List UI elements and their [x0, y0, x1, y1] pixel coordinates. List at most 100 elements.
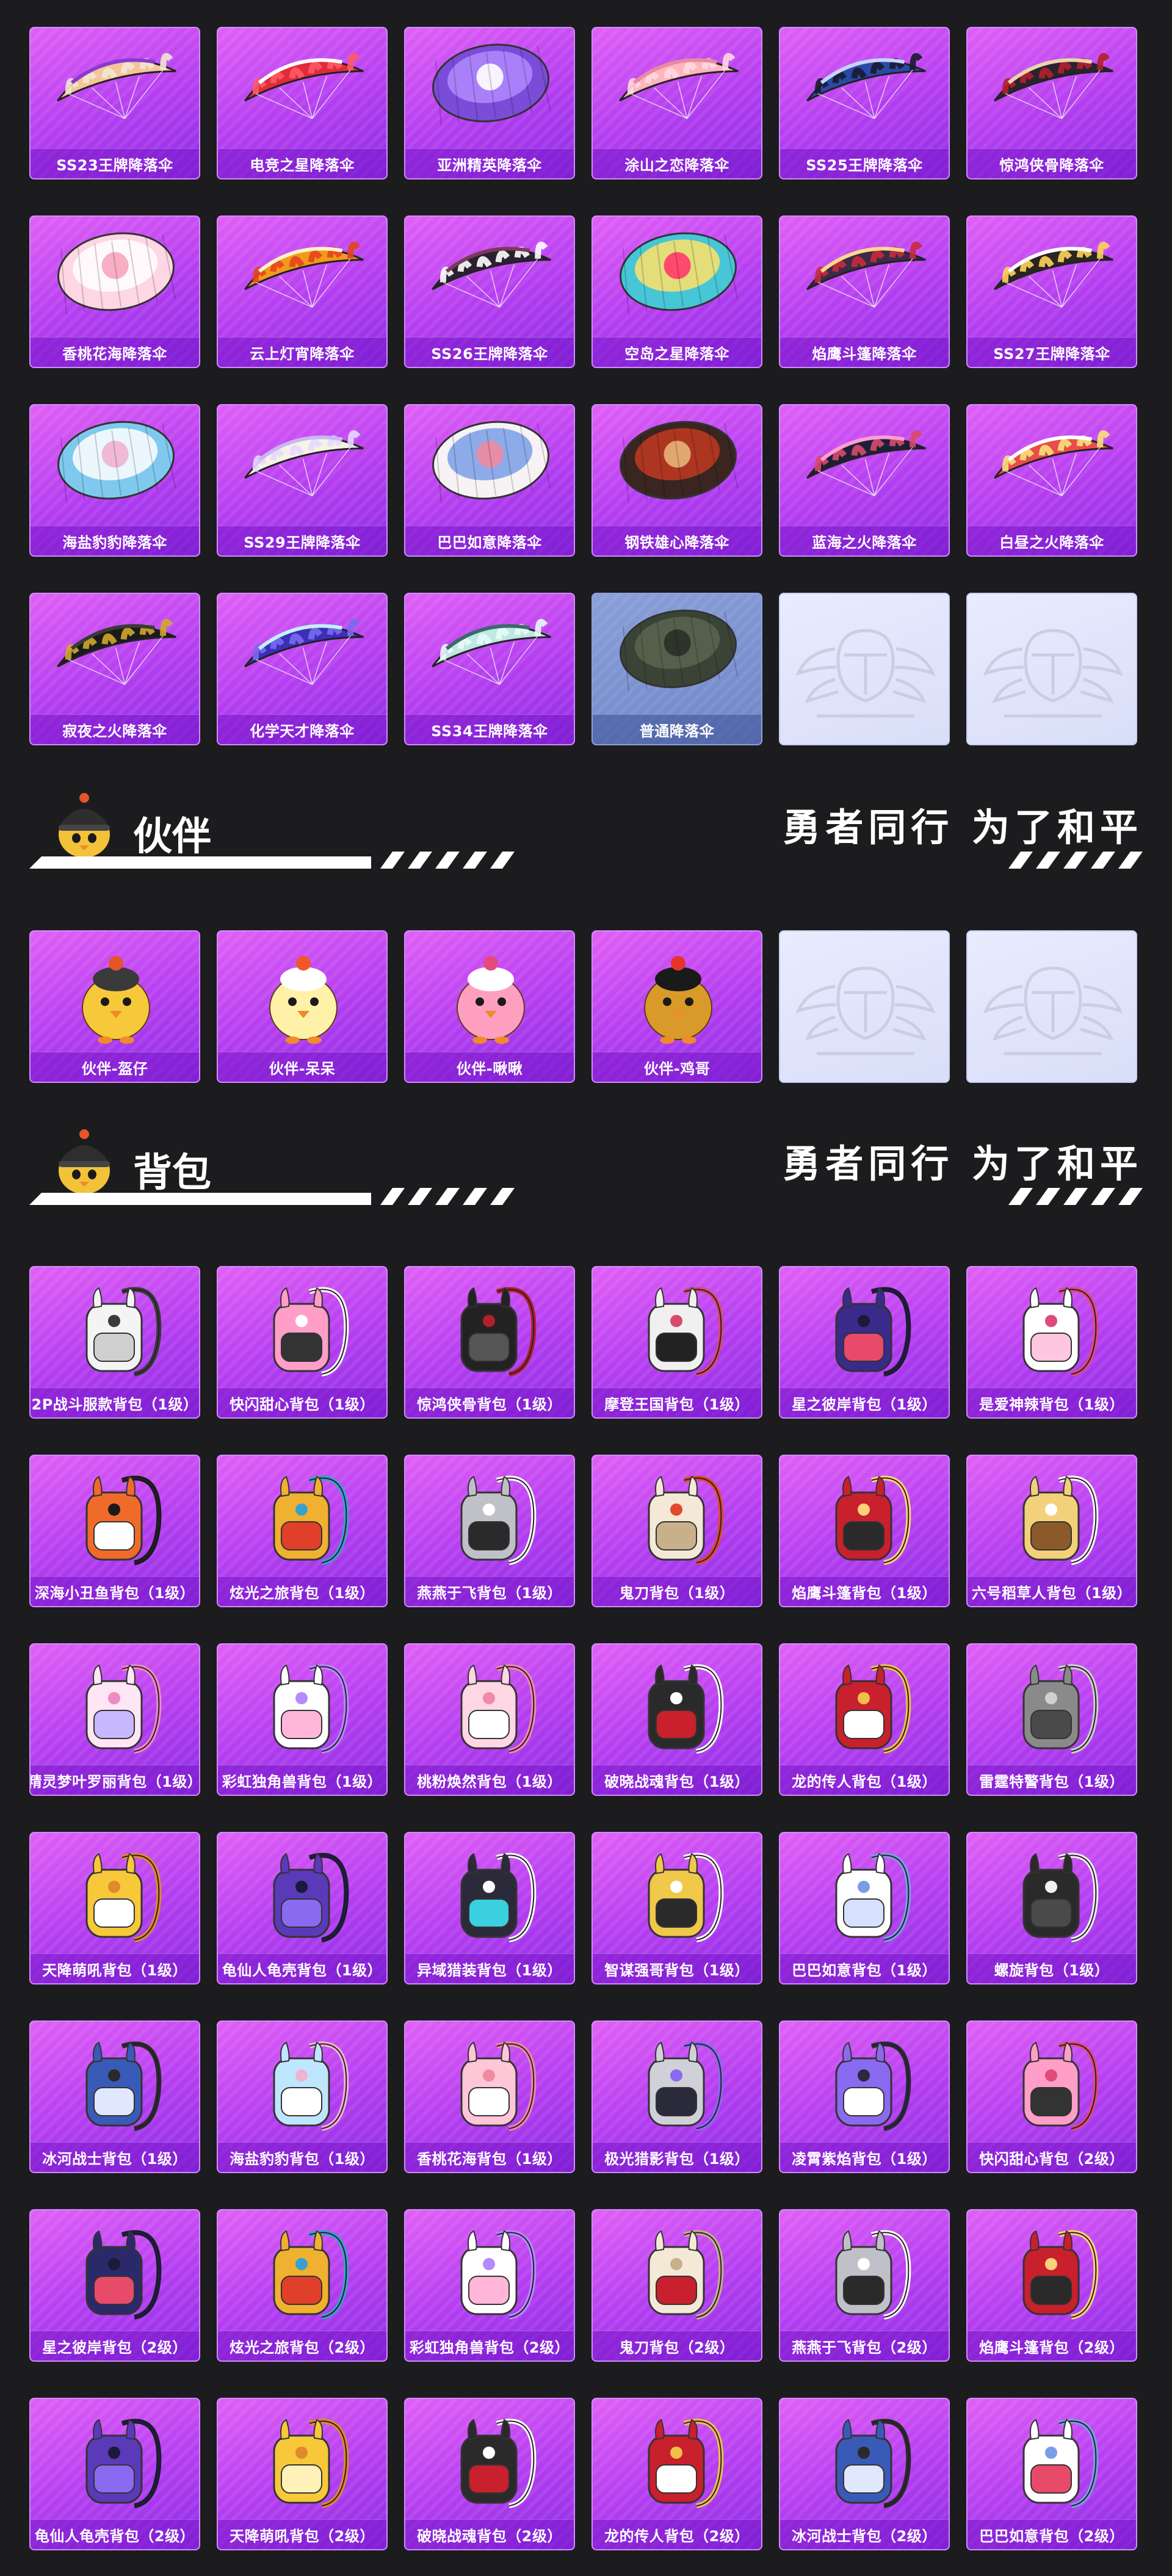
backpacks-item-card[interactable]: 炫光之旅背包（2级） — [217, 2209, 388, 2362]
backpacks-item-card[interactable]: 快闪甜心背包（2级） — [966, 2021, 1137, 2173]
parachute-icon — [431, 241, 551, 308]
parachute-icon — [56, 618, 176, 685]
backpacks-item-card[interactable]: 燕燕于飞背包（1级） — [404, 1455, 575, 1607]
slogan-stripes — [1008, 1188, 1143, 1205]
backpacks-item-card[interactable]: 异域猎装背包（1级） — [404, 1832, 575, 1984]
backpacks-item-card[interactable]: 星之彼岸背包（2级） — [29, 2209, 200, 2362]
parachute-icon — [806, 52, 926, 119]
backpacks-item-card[interactable]: 燕燕于飞背包（2级） — [779, 2209, 950, 2362]
backpacks-item-card[interactable]: 极光猎影背包（1级） — [591, 2021, 762, 2173]
parachutes-item-card[interactable]: 电竞之星降落伞 — [217, 27, 388, 179]
parachute-icon — [432, 421, 551, 504]
backpacks-item-card[interactable]: 雷霆特警背包（1级） — [966, 1643, 1137, 1796]
backpacks-item-card[interactable]: 龟仙人龟壳背包（1级） — [217, 1832, 388, 1984]
parachutes-item-card[interactable]: 化学天才降落伞 — [217, 593, 388, 745]
companions-item-card[interactable]: 伙伴-盔仔 — [29, 930, 200, 1083]
parachutes-item-card[interactable]: 巴巴如意降落伞 — [404, 404, 575, 557]
backpacks-item-card[interactable]: 龙的传人背包（2级） — [591, 2398, 762, 2550]
backpacks-item-card[interactable]: 是爱神辣背包（1级） — [966, 1266, 1137, 1419]
backpacks-item-card[interactable]: 冰河战士背包（2级） — [779, 2398, 950, 2550]
parachute-icon — [993, 52, 1113, 119]
backpacks-item-card[interactable]: 破晓战魂背包（2级） — [404, 2398, 575, 2550]
backpacks-item-card[interactable]: 龟仙人龟壳背包（2级） — [29, 2398, 200, 2550]
parachutes-item-card[interactable]: 蓝海之火降落伞 — [779, 404, 950, 557]
backpacks-item-card[interactable]: 桃粉焕然背包（1级） — [404, 1643, 575, 1796]
backpacks-item-card[interactable]: 快闪甜心背包（1级） — [217, 1266, 388, 1419]
backpacks-item-card[interactable]: 巴巴如意背包（1级） — [779, 1832, 950, 1984]
item-name-label: 白昼之火降落伞 — [968, 526, 1136, 555]
parachutes-item-card[interactable]: SS25王牌降落伞 — [779, 27, 950, 179]
backpacks-item-card[interactable]: 六号稻草人背包（1级） — [966, 1455, 1137, 1607]
backpacks-item-card[interactable]: 星之彼岸背包（1级） — [779, 1266, 950, 1419]
backpacks-item-card[interactable]: 天降萌吼背包（2级） — [217, 2398, 388, 2550]
parachutes-item-card[interactable]: 亚洲精英降落伞 — [404, 27, 575, 179]
backpacks-item-card[interactable]: 彩虹独角兽背包（1级） — [217, 1643, 388, 1796]
backpacks-item-card[interactable]: 深海小丑鱼背包（1级） — [29, 1455, 200, 1607]
item-name-label: 龙的传人背包（2级） — [593, 2519, 761, 2549]
backpacks-item-card[interactable]: 焰鹰斗篷背包（1级） — [779, 1455, 950, 1607]
item-name-label: 鬼刀背包（1级） — [593, 1576, 761, 1606]
item-name-label: SS34王牌降落伞 — [405, 714, 574, 744]
parachutes-item-card[interactable]: 涂山之恋降落伞 — [591, 27, 762, 179]
backpack-icon — [85, 2419, 162, 2508]
parachutes-item-card[interactable]: 海盐豹豹降落伞 — [29, 404, 200, 557]
parachutes-item-card[interactable]: 焰鹰斗篷降落伞 — [779, 215, 950, 368]
item-name-label: 彩虹独角兽背包（1级） — [218, 1765, 386, 1795]
parachutes-item-card[interactable]: SS23王牌降落伞 — [29, 27, 200, 179]
backpacks-item-card[interactable]: 巴巴如意背包（2级） — [966, 2398, 1137, 2550]
backpacks-item-card[interactable]: 焰鹰斗篷背包（2级） — [966, 2209, 1137, 2362]
backpacks-item-card[interactable]: 摩登王国背包（1级） — [591, 1266, 762, 1419]
parachutes-item-card[interactable]: 普通降落伞 — [591, 593, 762, 745]
backpacks-item-card[interactable]: 龙的传人背包（1级） — [779, 1643, 950, 1796]
title-underline-bar — [29, 1188, 515, 1205]
backpacks-item-card[interactable]: 凌霄紫焰背包（1级） — [779, 2021, 950, 2173]
parachutes-item-card[interactable]: SS26王牌降落伞 — [404, 215, 575, 368]
item-name-label: 破晓战魂背包（2级） — [405, 2519, 574, 2549]
placeholder-emblem-icon — [983, 629, 1123, 718]
item-name-label: 龙的传人背包（1级） — [780, 1765, 949, 1795]
backpacks-item-card[interactable]: 破晓战魂背包（1级） — [591, 1643, 762, 1796]
backpacks-item-card[interactable]: 彩虹独角兽背包（2级） — [404, 2209, 575, 2362]
item-name-label: 伙伴-鸡哥 — [593, 1052, 761, 1082]
backpacks-item-card[interactable]: 2P战斗服款背包（1级） — [29, 1266, 200, 1419]
backpacks-item-card[interactable]: 精灵梦叶罗丽背包（1级） — [29, 1643, 200, 1796]
item-name-label: 燕燕于飞背包（1级） — [405, 1576, 574, 1606]
backpack-icon — [1022, 2041, 1099, 2131]
item-name-label: 涂山之恋降落伞 — [593, 148, 761, 178]
placeholder-emblem-icon — [795, 629, 936, 718]
parachutes-item-card[interactable]: 惊鸿侠骨降落伞 — [966, 27, 1137, 179]
backpacks-item-card[interactable]: 香桃花海背包（1级） — [404, 2021, 575, 2173]
parachutes-item-card[interactable]: 白昼之火降落伞 — [966, 404, 1137, 557]
item-name-label: 2P战斗服款背包（1级） — [31, 1387, 199, 1417]
parachutes-item-card[interactable]: SS29王牌降落伞 — [217, 404, 388, 557]
backpacks-item-card[interactable]: 海盐豹豹背包（1级） — [217, 2021, 388, 2173]
item-name-label: 化学天才降落伞 — [218, 714, 386, 744]
item-name-label: 凌霄紫焰背包（1级） — [780, 2142, 949, 2172]
parachutes-item-card[interactable]: 香桃花海降落伞 — [29, 215, 200, 368]
parachutes-item-card[interactable]: SS27王牌降落伞 — [966, 215, 1137, 368]
backpacks-item-card[interactable]: 智谋强哥背包（1级） — [591, 1832, 762, 1984]
companions-item-card[interactable]: 伙伴-呆呆 — [217, 930, 388, 1083]
backpacks-item-card[interactable]: 螺旋背包（1级） — [966, 1832, 1137, 1984]
item-name-label: 惊鸿侠骨背包（1级） — [405, 1387, 574, 1417]
backpacks-item-card[interactable]: 炫光之旅背包（1级） — [217, 1455, 388, 1607]
item-name-label: 冰河战士背包（2级） — [780, 2519, 949, 2549]
item-name-label: 星之彼岸背包（2级） — [31, 2331, 199, 2361]
item-name-label: 深海小丑鱼背包（1级） — [31, 1576, 199, 1606]
item-name-label: 巴巴如意背包（1级） — [780, 1953, 949, 1983]
backpacks-item-card[interactable]: 冰河战士背包（1级） — [29, 2021, 200, 2173]
companions-item-card[interactable]: 伙伴-啾啾 — [404, 930, 575, 1083]
backpacks-item-card[interactable]: 惊鸿侠骨背包（1级） — [404, 1266, 575, 1419]
companions-item-card[interactable]: 伙伴-鸡哥 — [591, 930, 762, 1083]
parachutes-item-card[interactable]: 钢铁雄心降落伞 — [591, 404, 762, 557]
backpack-icon — [460, 1664, 537, 1754]
backpack-icon — [460, 2041, 537, 2131]
parachutes-item-card[interactable]: SS34王牌降落伞 — [404, 593, 575, 745]
backpacks-item-card[interactable]: 鬼刀背包（2级） — [591, 2209, 762, 2362]
parachutes-item-card[interactable]: 云上灯宵降落伞 — [217, 215, 388, 368]
backpacks-item-card[interactable]: 天降萌吼背包（1级） — [29, 1832, 200, 1984]
parachutes-item-card[interactable]: 寂夜之火降落伞 — [29, 593, 200, 745]
parachute-icon — [244, 241, 364, 308]
backpacks-item-card[interactable]: 鬼刀背包（1级） — [591, 1455, 762, 1607]
parachutes-item-card[interactable]: 空岛之星降落伞 — [591, 215, 762, 368]
